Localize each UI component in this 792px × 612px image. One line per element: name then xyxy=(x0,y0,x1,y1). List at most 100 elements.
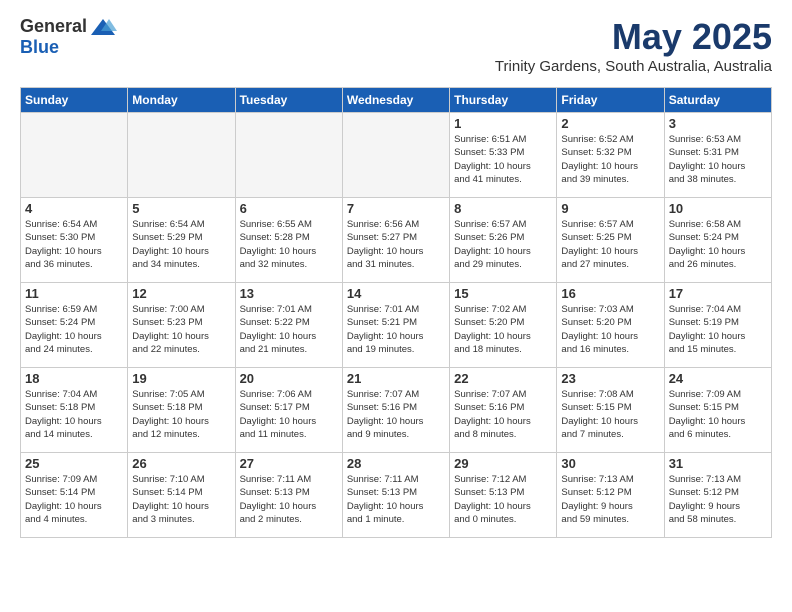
day-info: Sunrise: 7:04 AM Sunset: 5:19 PM Dayligh… xyxy=(669,303,767,356)
day-number: 2 xyxy=(561,116,659,131)
day-info: Sunrise: 7:08 AM Sunset: 5:15 PM Dayligh… xyxy=(561,388,659,441)
calendar-cell: 17 Sunrise: 7:04 AM Sunset: 5:19 PM Dayli… xyxy=(664,283,771,368)
calendar-cell: 18Sunrise: 7:04 AM Sunset: 5:18 PM Dayli… xyxy=(21,368,128,453)
day-info: Sunrise: 7:09 AM Sunset: 5:15 PM Dayligh… xyxy=(669,388,767,441)
day-info: Sunrise: 7:00 AM Sunset: 5:23 PM Dayligh… xyxy=(132,303,230,356)
calendar-cell: 7 Sunrise: 6:56 AM Sunset: 5:27 PM Daylig… xyxy=(342,198,449,283)
day-number: 19 xyxy=(132,371,230,386)
calendar-week-4: 18Sunrise: 7:04 AM Sunset: 5:18 PM Dayli… xyxy=(21,368,772,453)
calendar-cell: 20 Sunrise: 7:06 AM Sunset: 5:17 PM Dayli… xyxy=(235,368,342,453)
calendar-cell: 30 Sunrise: 7:13 AM Sunset: 5:12 PM Dayli… xyxy=(557,453,664,538)
day-info: Sunrise: 7:06 AM Sunset: 5:17 PM Dayligh… xyxy=(240,388,338,441)
day-number: 6 xyxy=(240,201,338,216)
day-number: 4 xyxy=(25,201,123,216)
day-info: Sunrise: 6:56 AM Sunset: 5:27 PM Dayligh… xyxy=(347,218,445,271)
day-number: 8 xyxy=(454,201,552,216)
day-number: 23 xyxy=(561,371,659,386)
day-number: 7 xyxy=(347,201,445,216)
day-number: 11 xyxy=(25,286,123,301)
day-info: Sunrise: 6:52 AM Sunset: 5:32 PM Dayligh… xyxy=(561,133,659,186)
day-info: Sunrise: 7:12 AM Sunset: 5:13 PM Dayligh… xyxy=(454,473,552,526)
day-number: 5 xyxy=(132,201,230,216)
calendar-table: SundayMondayTuesdayWednesdayThursdayFrid… xyxy=(20,87,772,538)
calendar-cell: 11Sunrise: 6:59 AM Sunset: 5:24 PM Dayli… xyxy=(21,283,128,368)
calendar-week-5: 25Sunrise: 7:09 AM Sunset: 5:14 PM Dayli… xyxy=(21,453,772,538)
title-section: May 2025 Trinity Gardens, South Australi… xyxy=(495,16,772,75)
day-header-friday: Friday xyxy=(557,88,664,113)
page-container: General Blue May 2025 Trinity Gardens, S… xyxy=(0,0,792,554)
day-number: 30 xyxy=(561,456,659,471)
day-info: Sunrise: 7:07 AM Sunset: 5:16 PM Dayligh… xyxy=(347,388,445,441)
calendar-week-1: 1 Sunrise: 6:51 AM Sunset: 5:33 PM Daylig… xyxy=(21,113,772,198)
calendar-cell: 14 Sunrise: 7:01 AM Sunset: 5:21 PM Dayli… xyxy=(342,283,449,368)
day-number: 1 xyxy=(454,116,552,131)
day-info: Sunrise: 6:58 AM Sunset: 5:24 PM Dayligh… xyxy=(669,218,767,271)
day-info: Sunrise: 7:03 AM Sunset: 5:20 PM Dayligh… xyxy=(561,303,659,356)
day-info: Sunrise: 7:11 AM Sunset: 5:13 PM Dayligh… xyxy=(240,473,338,526)
day-info: Sunrise: 7:10 AM Sunset: 5:14 PM Dayligh… xyxy=(132,473,230,526)
day-info: Sunrise: 7:11 AM Sunset: 5:13 PM Dayligh… xyxy=(347,473,445,526)
calendar-cell: 5Sunrise: 6:54 AM Sunset: 5:29 PM Daylig… xyxy=(128,198,235,283)
day-info: Sunrise: 7:02 AM Sunset: 5:20 PM Dayligh… xyxy=(454,303,552,356)
calendar-cell: 22 Sunrise: 7:07 AM Sunset: 5:16 PM Dayli… xyxy=(450,368,557,453)
day-info: Sunrise: 7:01 AM Sunset: 5:21 PM Dayligh… xyxy=(347,303,445,356)
day-number: 31 xyxy=(669,456,767,471)
day-info: Sunrise: 7:13 AM Sunset: 5:12 PM Dayligh… xyxy=(669,473,767,526)
calendar-cell xyxy=(21,113,128,198)
day-number: 22 xyxy=(454,371,552,386)
calendar-cell: 27 Sunrise: 7:11 AM Sunset: 5:13 PM Dayli… xyxy=(235,453,342,538)
day-info: Sunrise: 7:01 AM Sunset: 5:22 PM Dayligh… xyxy=(240,303,338,356)
calendar-cell: 31 Sunrise: 7:13 AM Sunset: 5:12 PM Dayli… xyxy=(664,453,771,538)
calendar-cell: 29 Sunrise: 7:12 AM Sunset: 5:13 PM Dayli… xyxy=(450,453,557,538)
day-header-wednesday: Wednesday xyxy=(342,88,449,113)
day-info: Sunrise: 6:53 AM Sunset: 5:31 PM Dayligh… xyxy=(669,133,767,186)
day-info: Sunrise: 6:57 AM Sunset: 5:26 PM Dayligh… xyxy=(454,218,552,271)
day-number: 27 xyxy=(240,456,338,471)
day-number: 15 xyxy=(454,286,552,301)
day-number: 14 xyxy=(347,286,445,301)
day-header-monday: Monday xyxy=(128,88,235,113)
day-number: 3 xyxy=(669,116,767,131)
day-info: Sunrise: 7:04 AM Sunset: 5:18 PM Dayligh… xyxy=(25,388,123,441)
calendar-cell: 12 Sunrise: 7:00 AM Sunset: 5:23 PM Dayli… xyxy=(128,283,235,368)
day-number: 29 xyxy=(454,456,552,471)
month-title: May 2025 xyxy=(495,16,772,58)
calendar-cell: 26Sunrise: 7:10 AM Sunset: 5:14 PM Dayli… xyxy=(128,453,235,538)
calendar-cell: 13 Sunrise: 7:01 AM Sunset: 5:22 PM Dayli… xyxy=(235,283,342,368)
calendar-cell: 16Sunrise: 7:03 AM Sunset: 5:20 PM Dayli… xyxy=(557,283,664,368)
day-number: 24 xyxy=(669,371,767,386)
calendar-cell xyxy=(128,113,235,198)
day-info: Sunrise: 7:07 AM Sunset: 5:16 PM Dayligh… xyxy=(454,388,552,441)
calendar-cell: 10 Sunrise: 6:58 AM Sunset: 5:24 PM Dayli… xyxy=(664,198,771,283)
day-header-sunday: Sunday xyxy=(21,88,128,113)
calendar-cell: 1 Sunrise: 6:51 AM Sunset: 5:33 PM Daylig… xyxy=(450,113,557,198)
day-info: Sunrise: 6:55 AM Sunset: 5:28 PM Dayligh… xyxy=(240,218,338,271)
calendar-cell: 19 Sunrise: 7:05 AM Sunset: 5:18 PM Dayli… xyxy=(128,368,235,453)
calendar-cell: 8 Sunrise: 6:57 AM Sunset: 5:26 PM Daylig… xyxy=(450,198,557,283)
calendar-cell xyxy=(342,113,449,198)
calendar-cell: 4 Sunrise: 6:54 AM Sunset: 5:30 PM Daylig… xyxy=(21,198,128,283)
day-info: Sunrise: 6:54 AM Sunset: 5:30 PM Dayligh… xyxy=(25,218,123,271)
day-number: 28 xyxy=(347,456,445,471)
day-info: Sunrise: 6:51 AM Sunset: 5:33 PM Dayligh… xyxy=(454,133,552,186)
day-number: 21 xyxy=(347,371,445,386)
day-number: 17 xyxy=(669,286,767,301)
calendar-cell: 6 Sunrise: 6:55 AM Sunset: 5:28 PM Daylig… xyxy=(235,198,342,283)
calendar-header-row: SundayMondayTuesdayWednesdayThursdayFrid… xyxy=(21,88,772,113)
calendar-cell xyxy=(235,113,342,198)
day-number: 13 xyxy=(240,286,338,301)
day-info: Sunrise: 7:05 AM Sunset: 5:18 PM Dayligh… xyxy=(132,388,230,441)
calendar-cell: 9Sunrise: 6:57 AM Sunset: 5:25 PM Daylig… xyxy=(557,198,664,283)
day-info: Sunrise: 7:13 AM Sunset: 5:12 PM Dayligh… xyxy=(561,473,659,526)
calendar-week-2: 4 Sunrise: 6:54 AM Sunset: 5:30 PM Daylig… xyxy=(21,198,772,283)
calendar-cell: 24 Sunrise: 7:09 AM Sunset: 5:15 PM Dayli… xyxy=(664,368,771,453)
calendar-cell: 25Sunrise: 7:09 AM Sunset: 5:14 PM Dayli… xyxy=(21,453,128,538)
day-number: 20 xyxy=(240,371,338,386)
day-number: 10 xyxy=(669,201,767,216)
calendar-cell: 2 Sunrise: 6:52 AM Sunset: 5:32 PM Daylig… xyxy=(557,113,664,198)
day-header-saturday: Saturday xyxy=(664,88,771,113)
day-number: 12 xyxy=(132,286,230,301)
calendar-cell: 23 Sunrise: 7:08 AM Sunset: 5:15 PM Dayli… xyxy=(557,368,664,453)
page-header: General Blue May 2025 Trinity Gardens, S… xyxy=(20,16,772,75)
day-number: 9 xyxy=(561,201,659,216)
